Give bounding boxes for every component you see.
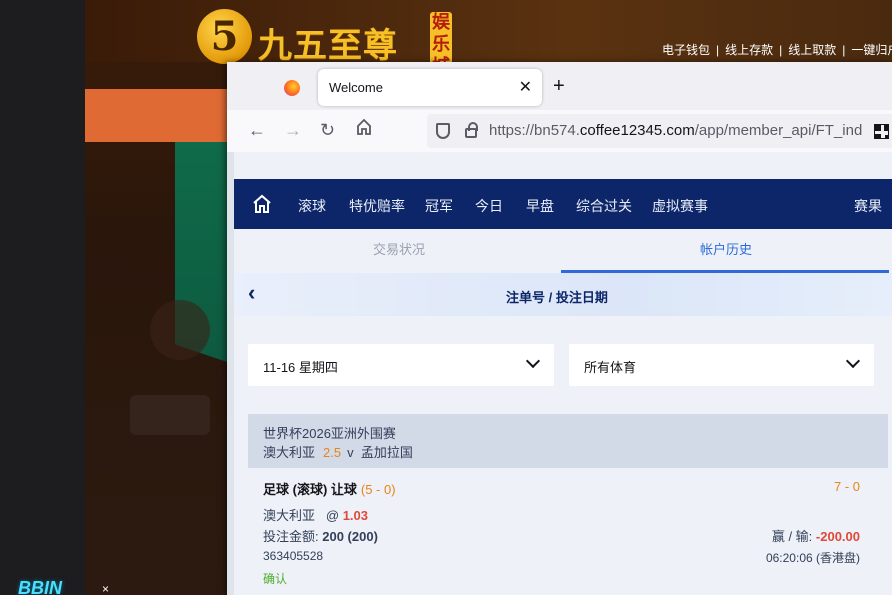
bet-record: 足球 (滚球) 让球 (5 - 0) 7 - 0 澳大利亚 @ 1.03 投注金额… <box>248 468 888 595</box>
divider: | <box>842 43 846 57</box>
score-at-bet: (5 - 0) <box>360 482 396 497</box>
page-left-edge <box>227 152 234 595</box>
nav-item-today[interactable]: 今日 <box>475 196 503 216</box>
home-icon[interactable] <box>252 194 272 214</box>
sub-tabs: 交易状况 帐户历史 <box>234 229 892 273</box>
bbin-logo: BBIN <box>18 578 62 595</box>
chevron-down-icon <box>845 353 861 369</box>
sport-select-value: 所有体育 <box>584 360 637 375</box>
new-tab-button[interactable]: + <box>553 76 565 96</box>
divider: | <box>779 43 783 57</box>
site-logo-mark: 5 <box>197 9 252 64</box>
link-online-withdraw[interactable]: 线上取款 <box>788 43 836 57</box>
main-nav: 滚球 特优赔率 冠军 今日 早盘 综合过关 虚拟赛事 赛果 <box>234 179 892 229</box>
tab-transaction-status[interactable]: 交易状况 <box>373 239 425 258</box>
nav-item-outright[interactable]: 冠军 <box>425 196 453 216</box>
link-online-deposit[interactable]: 线上存款 <box>725 43 773 57</box>
tab-welcome[interactable]: Welcome ✕ <box>318 69 542 106</box>
nav-item-inplay[interactable]: 滚球 <box>298 196 326 216</box>
page-content: 滚球 特优赔率 冠军 今日 早盘 综合过关 虚拟赛事 赛果 交易状况 帐户历史 … <box>227 152 892 595</box>
home-team: 澳大利亚 <box>263 445 316 460</box>
tracking-shield-icon[interactable] <box>436 123 450 139</box>
nav-item-virtual[interactable]: 虚拟赛事 <box>652 196 708 216</box>
bbin-close-icon[interactable]: × <box>102 582 109 595</box>
status-badge: 确认 <box>263 572 288 586</box>
address-bar[interactable]: https://bn574.coffee12345.com/app/member… <box>427 114 892 148</box>
background-blur-shape <box>130 395 210 435</box>
filter-bar: 11-16 星期四 所有体育 <box>234 316 892 406</box>
home-icon[interactable] <box>356 118 372 140</box>
match-header: 世界杯2026亚洲外围赛 澳大利亚 2.5 v 孟加拉国 <box>248 414 888 468</box>
qr-code-icon[interactable] <box>874 124 889 139</box>
background-orange-banner <box>85 89 227 142</box>
handicap-line: 2.5 <box>323 445 342 460</box>
url-text[interactable]: https://bn574.coffee12345.com/app/member… <box>489 122 862 139</box>
league-name: 世界杯2026亚洲外围赛 <box>263 426 396 441</box>
tab-bar: Welcome ✕ + <box>227 62 892 110</box>
link-e-wallet[interactable]: 电子钱包 <box>662 43 710 57</box>
ticket-number: 363405528 <box>263 549 324 563</box>
sport-select[interactable]: 所有体育 <box>569 344 874 386</box>
nav-item-special-odds[interactable]: 特优赔率 <box>349 196 405 216</box>
close-icon[interactable]: ✕ <box>519 77 532 97</box>
win-loss: 赢 / 输: -200.00 <box>771 529 860 544</box>
back-arrow-icon[interactable]: ← <box>248 120 266 140</box>
nav-item-results[interactable]: 赛果 <box>854 196 882 216</box>
browser-window: Welcome ✕ + ← → ↻ https://bn574.coffee12… <box>227 62 892 595</box>
site-logo-badge: 娱乐城 <box>430 12 452 64</box>
bet-type: 足球 (滚球) 让球 (5 - 0) <box>263 482 396 497</box>
reload-icon[interactable]: ↻ <box>320 120 335 140</box>
nav-item-early[interactable]: 早盘 <box>526 196 554 216</box>
firefox-icon[interactable] <box>284 80 300 96</box>
lock-icon[interactable] <box>465 122 478 138</box>
date-select-value: 11-16 星期四 <box>263 360 338 375</box>
history-title-bar: ‹ 注单号 / 投注日期 <box>234 273 892 316</box>
nav-item-parlay[interactable]: 综合过关 <box>576 196 632 216</box>
chevron-left-icon[interactable]: ‹ <box>248 282 255 304</box>
chevron-down-icon <box>525 353 541 369</box>
final-score: 7 - 0 <box>833 479 860 494</box>
match-teams: 澳大利亚 2.5 v 孟加拉国 <box>263 442 413 461</box>
bet-time: 06:20:06 (香港盘) <box>765 551 860 565</box>
site-logo-text: 九五至尊 <box>258 26 398 66</box>
tab-title: Welcome <box>329 80 383 95</box>
tab-account-history[interactable]: 帐户历史 <box>700 239 752 258</box>
forward-arrow-icon[interactable]: → <box>284 120 302 140</box>
divider: | <box>716 43 720 57</box>
bet-selection: 澳大利亚 @ 1.03 <box>263 508 368 523</box>
date-select[interactable]: 11-16 星期四 <box>248 344 554 386</box>
page-title: 注单号 / 投注日期 <box>506 290 608 305</box>
link-one-click-transfer[interactable]: 一键归户 <box>851 43 892 57</box>
away-team: 孟加拉国 <box>360 445 413 460</box>
odds-value: 1.03 <box>342 508 368 523</box>
browser-toolbar: ← → ↻ https://bn574.coffee12345.com/app/… <box>227 110 892 152</box>
stake-amount: 投注金额: 200 (200) <box>263 529 378 544</box>
site-top-links: 电子钱包 | 线上存款 | 线上取款 | 一键归户 <box>662 41 892 58</box>
vs-label: v <box>347 445 354 460</box>
background-blur-shape <box>150 300 210 360</box>
desktop-left-strip <box>0 0 85 595</box>
